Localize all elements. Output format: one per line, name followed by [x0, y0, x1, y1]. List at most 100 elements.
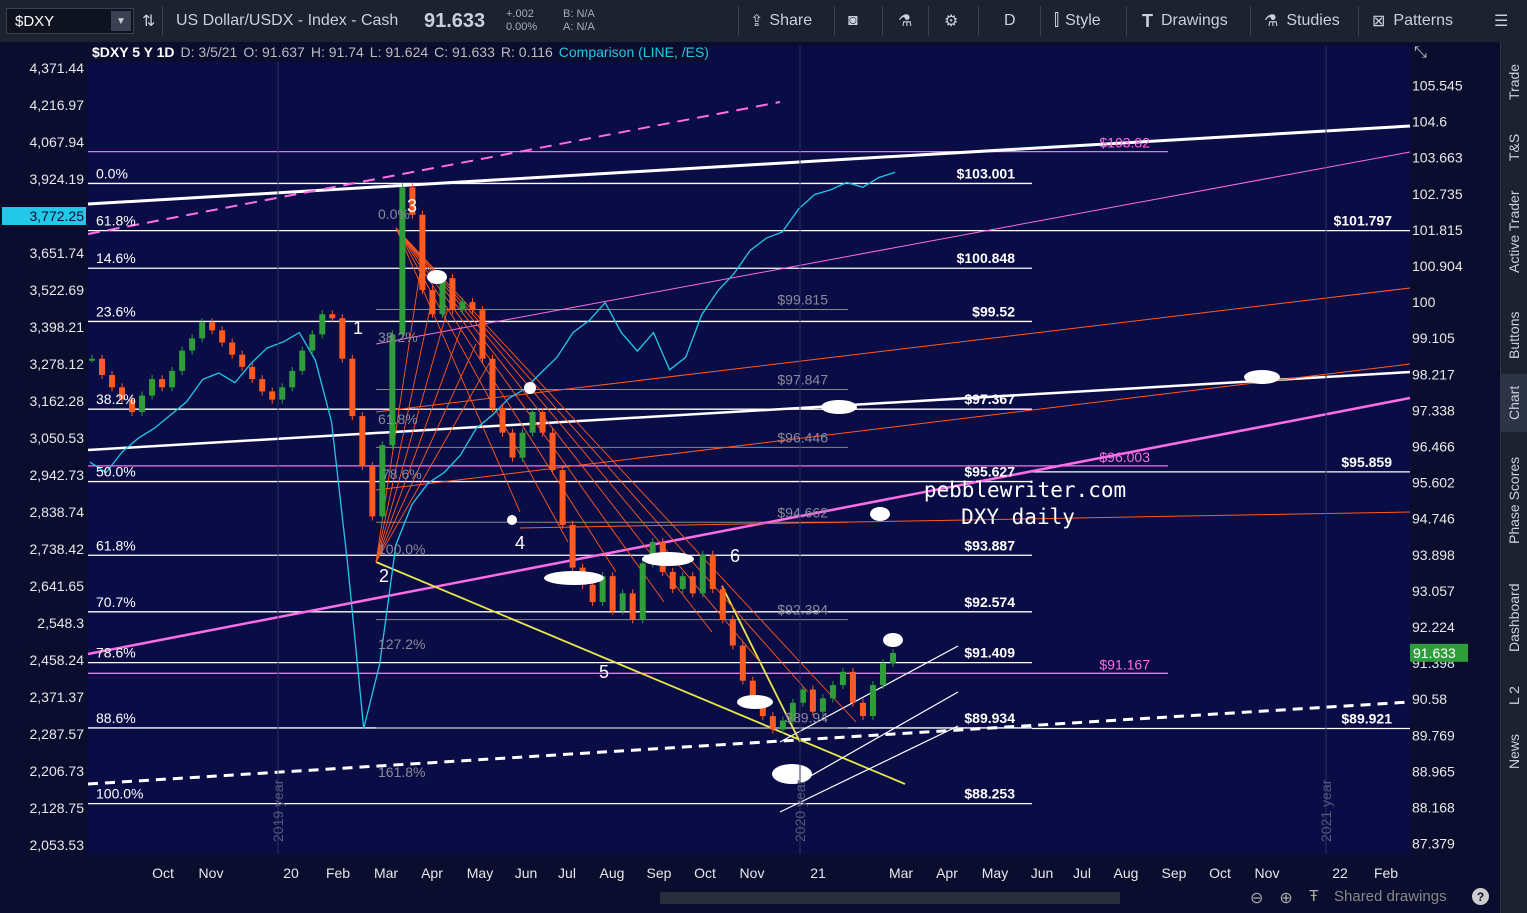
- chevron-down-icon[interactable]: ▼: [111, 11, 131, 31]
- fib-level-pct: 78.6%: [96, 645, 136, 661]
- x-axis-label: Nov: [199, 865, 224, 881]
- year-marker: 2019 year: [270, 779, 286, 842]
- symbol-input[interactable]: $DXY ▼: [6, 8, 134, 34]
- candle-body: [219, 330, 226, 343]
- x-axis-label: Aug: [1114, 865, 1139, 881]
- tab-chart[interactable]: Chart: [1501, 374, 1527, 432]
- pink-level-price: $96.003: [1099, 449, 1150, 465]
- pink-level-price: $91.167: [1099, 656, 1150, 672]
- candle-body: [249, 366, 256, 380]
- tab-active-trader[interactable]: Active Trader: [1501, 178, 1527, 286]
- candle-body: [699, 554, 706, 594]
- candle-body: [679, 576, 686, 590]
- candle-body: [589, 584, 596, 603]
- style-label: Style: [1065, 12, 1101, 29]
- x-axis-label: 20: [283, 865, 299, 881]
- camera-icon[interactable]: ◙: [848, 0, 858, 42]
- right-axis-tick: 105.545: [1412, 78, 1463, 94]
- tab-dashboard[interactable]: Dashboard: [1501, 568, 1527, 668]
- header-open: O: 91.637: [243, 44, 305, 60]
- candle-body: [179, 350, 186, 371]
- patterns-button[interactable]: ⊠ Patterns: [1372, 0, 1453, 42]
- shared-drawings-label[interactable]: Shared drawings: [1334, 888, 1447, 905]
- menu-icon[interactable]: ☰: [1494, 0, 1508, 42]
- fib-level-pct: 100.0%: [96, 786, 143, 802]
- candle-body: [319, 314, 326, 335]
- secondary-fib-price: $96.446: [777, 429, 828, 445]
- pivot-marker: [544, 571, 604, 585]
- pivot-marker: [507, 515, 517, 525]
- secondary-fib-pct: 161.8%: [378, 764, 425, 780]
- fib-level-price: $91.409: [964, 645, 1015, 661]
- tab-phase-scores[interactable]: Phase Scores: [1501, 442, 1527, 558]
- candle-body: [289, 370, 296, 388]
- flask-icon[interactable]: ⚗: [898, 0, 912, 42]
- tab-news[interactable]: News: [1501, 726, 1527, 776]
- secondary-fib-pct: 78.6%: [382, 466, 422, 482]
- candle-body: [559, 470, 566, 525]
- pivot-marker: [1244, 370, 1280, 384]
- link-icon[interactable]: ⇅: [142, 0, 155, 42]
- candle-body: [499, 407, 506, 433]
- candle-body: [89, 358, 95, 361]
- studies-button[interactable]: ⚗ Studies: [1264, 0, 1340, 42]
- left-axis-tick: 2,371.37: [30, 689, 85, 705]
- left-axis-tick: 3,050.53: [30, 430, 85, 446]
- price-chart[interactable]: 123456pebblewriter.comDXY daily 4,371.44…: [0, 42, 1500, 913]
- drawings-button[interactable]: T Drawings: [1142, 0, 1228, 42]
- left-axis-tick: 3,278.12: [30, 356, 85, 372]
- candle-body: [199, 322, 206, 339]
- chart-header: $DXY 5 Y 1D D: 3/5/21 O: 91.637 H: 91.74…: [88, 42, 709, 62]
- candle-body: [719, 589, 726, 620]
- style-button[interactable]: ⫿ Style: [1054, 0, 1101, 42]
- secondary-fib-pct: 127.2%: [378, 636, 425, 652]
- left-axis-tick: 2,738.42: [30, 541, 85, 557]
- timeframe-button[interactable]: D: [1004, 0, 1016, 42]
- right-axis-tick: 87.379: [1412, 836, 1455, 852]
- candle-body: [109, 374, 116, 388]
- fib-level-pct: 61.8%: [96, 213, 136, 229]
- right-axis-tick: 104.6: [1412, 114, 1447, 130]
- candle-body: [469, 302, 476, 311]
- left-axis-tick: 2,641.65: [30, 578, 85, 594]
- gear-icon[interactable]: ⚙: [944, 0, 958, 42]
- help-icon[interactable]: ?: [1472, 888, 1489, 905]
- candle-body: [169, 370, 176, 388]
- right-axis-tick: 97.338: [1412, 402, 1455, 418]
- x-axis-label: Jun: [1031, 865, 1054, 881]
- secondary-fib-pct: 61.8%: [378, 411, 418, 427]
- header-date: D: 3/5/21: [180, 44, 238, 60]
- x-axis-label: Oct: [1209, 865, 1231, 881]
- secondary-fib-pct: 38.2%: [378, 329, 418, 345]
- tab-level-2[interactable]: L 2: [1501, 676, 1527, 716]
- candle-body: [519, 432, 526, 458]
- wave-label: 1: [353, 318, 363, 338]
- candle-body: [839, 671, 846, 686]
- candle-body: [569, 524, 576, 568]
- candle-body: [799, 689, 806, 703]
- horizontal-scrollbar[interactable]: [660, 892, 1120, 904]
- wave-label: 6: [730, 546, 740, 566]
- right-axis-tick: 92.224: [1412, 619, 1455, 635]
- zoom-in-icon[interactable]: ⊕: [1279, 888, 1292, 908]
- candle-body: [639, 563, 646, 620]
- pivot-marker: [870, 507, 890, 521]
- candles-icon: ⫿: [1054, 12, 1060, 29]
- tab-trade[interactable]: Trade: [1501, 50, 1527, 114]
- tab-time-and-sales[interactable]: T&S: [1501, 122, 1527, 172]
- ask-value: A: N/A: [563, 21, 595, 33]
- pivot-marker: [642, 552, 694, 566]
- x-axis-label: Aug: [600, 865, 625, 881]
- collapse-icon[interactable]: ⤡: [1414, 44, 1427, 62]
- header-low: L: 91.624: [369, 44, 429, 60]
- left-axis-tick: 4,216.97: [30, 97, 85, 113]
- zoom-out-icon[interactable]: ⊖: [1250, 888, 1263, 908]
- text-tool-icon[interactable]: Ŧ: [1309, 888, 1319, 908]
- fib-level-price: $92.574: [964, 594, 1015, 610]
- tab-buttons[interactable]: Buttons: [1501, 298, 1527, 372]
- share-button[interactable]: ⇪ Share: [750, 0, 812, 42]
- candle-body: [279, 387, 286, 400]
- last-price: 91.633: [424, 9, 486, 32]
- fib-level-pct: 50.0%: [96, 464, 136, 480]
- patterns-label: Patterns: [1393, 12, 1453, 29]
